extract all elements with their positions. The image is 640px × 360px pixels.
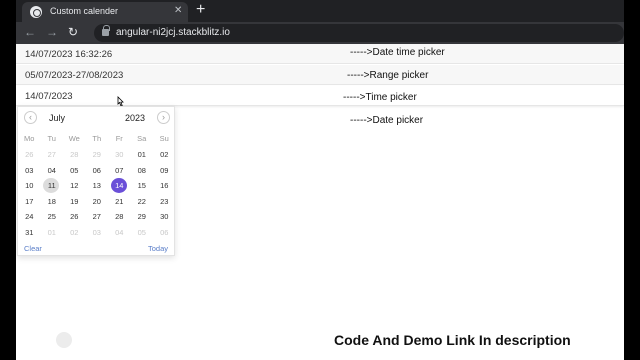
weekday-label: We [68,134,80,143]
day-cell[interactable]: 01 [41,225,64,241]
page-content: 14/07/2023 16:32:26 ----->Date time pick… [16,44,624,360]
day-cell[interactable]: 30 [108,147,131,163]
time-picker-note: ----->Time picker [343,92,417,103]
day-cell[interactable]: 28 [63,147,86,163]
weekday-label: Fr [115,134,123,143]
time-picker-input[interactable]: 14/07/2023 [16,86,624,106]
day-cell[interactable]: 13 [86,178,109,194]
day-cell[interactable]: 01 [131,147,154,163]
range-picker-value: 05/07/2023-27/08/2023 [25,70,124,81]
day-cell[interactable]: 06 [86,163,109,179]
day-cell[interactable]: 31 [18,225,41,241]
day-cell[interactable]: 29 [131,209,154,225]
clear-button[interactable]: Clear [24,244,42,253]
day-cell[interactable]: 15 [131,178,154,194]
forward-icon[interactable]: → [46,25,58,39]
date-picker-note: ----->Date picker [350,115,424,126]
favicon-icon [30,6,42,18]
day-cell[interactable]: 04 [41,163,64,179]
day-cell[interactable]: 07 [108,163,131,179]
weekday-label: Su [159,134,169,143]
browser-tab-bar: Custom calender ✕ + [16,0,624,22]
day-cell[interactable]: 08 [131,163,154,179]
day-cell[interactable]: 04 [108,225,131,241]
day-cell[interactable]: 27 [41,147,64,163]
lock-icon[interactable] [102,25,110,36]
day-cell[interactable]: 06 [153,225,176,241]
calendar-month[interactable]: July [49,113,65,123]
day-cell[interactable]: 21 [108,194,131,210]
weekday-header: Mo Tu We Th Fr Sa Su [18,134,176,143]
day-cell[interactable]: 29 [86,147,109,163]
day-cell[interactable]: 05 [131,225,154,241]
tab-title: Custom calender [50,6,119,16]
datetime-picker-value: 14/07/2023 16:32:26 [25,49,113,60]
day-cell[interactable]: 27 [86,209,109,225]
calendar-popup: ‹ July 2023 › Mo Tu We Th Fr Sa Su 26 27 28 29 30 0… [17,106,175,256]
day-cell[interactable]: 20 [86,194,109,210]
day-cell[interactable]: 12 [63,178,86,194]
day-cell[interactable]: 25 [41,209,64,225]
day-cell[interactable]: 30 [153,209,176,225]
new-tab-icon[interactable]: + [196,1,205,19]
logo-icon [56,332,72,348]
day-cell[interactable]: 26 [63,209,86,225]
day-cell[interactable]: 19 [63,194,86,210]
datetime-picker-input[interactable]: 14/07/2023 16:32:26 [16,44,624,64]
day-cell[interactable]: 05 [63,163,86,179]
day-cell[interactable]: 02 [153,147,176,163]
calendar-year[interactable]: 2023 [125,113,145,123]
day-cell[interactable]: 28 [108,209,131,225]
tab-close-icon[interactable]: ✕ [174,5,182,17]
range-picker-input[interactable]: 05/07/2023-27/08/2023 [16,65,624,85]
weekday-label: Mo [24,134,35,143]
browser-tab[interactable]: Custom calender ✕ [22,2,188,22]
day-cell[interactable]: 03 [86,225,109,241]
day-grid: 26 27 28 29 30 01 02 03 04 05 06 07 08 09 10 11 12 13 14 15… [18,147,176,241]
day-cell[interactable]: 26 [18,147,41,163]
datetime-picker-note: ----->Date time picker [350,47,445,58]
day-cell[interactable]: 16 [153,178,176,194]
weekday-label: Sa [137,134,147,143]
today-day-cell[interactable]: 11 [41,178,64,194]
selected-day-cell[interactable]: 14 [108,178,131,194]
prev-month-button[interactable]: ‹ [24,111,37,124]
day-cell[interactable]: 10 [18,178,41,194]
url-text[interactable]: angular-ni2jcj.stackblitz.io [116,27,230,38]
day-cell[interactable]: 18 [41,194,64,210]
day-cell[interactable]: 09 [153,163,176,179]
time-picker-value: 14/07/2023 [25,91,73,102]
back-icon[interactable]: ← [24,25,36,39]
video-caption: Code And Demo Link In description [334,332,571,348]
day-cell[interactable]: 22 [131,194,154,210]
browser-toolbar: ← → ↻ angular-ni2jcj.stackblitz.io [16,22,624,44]
day-cell[interactable]: 03 [18,163,41,179]
reload-icon[interactable]: ↻ [68,25,78,39]
day-cell[interactable]: 02 [63,225,86,241]
weekday-label: Th [92,134,102,143]
day-cell[interactable]: 17 [18,194,41,210]
range-picker-note: ----->Range picker [347,70,429,81]
weekday-label: Tu [47,134,56,143]
today-button[interactable]: Today [148,244,168,253]
day-cell[interactable]: 23 [153,194,176,210]
day-cell[interactable]: 24 [18,209,41,225]
next-month-button[interactable]: › [157,111,170,124]
address-bar[interactable]: angular-ni2jcj.stackblitz.io [94,24,624,42]
